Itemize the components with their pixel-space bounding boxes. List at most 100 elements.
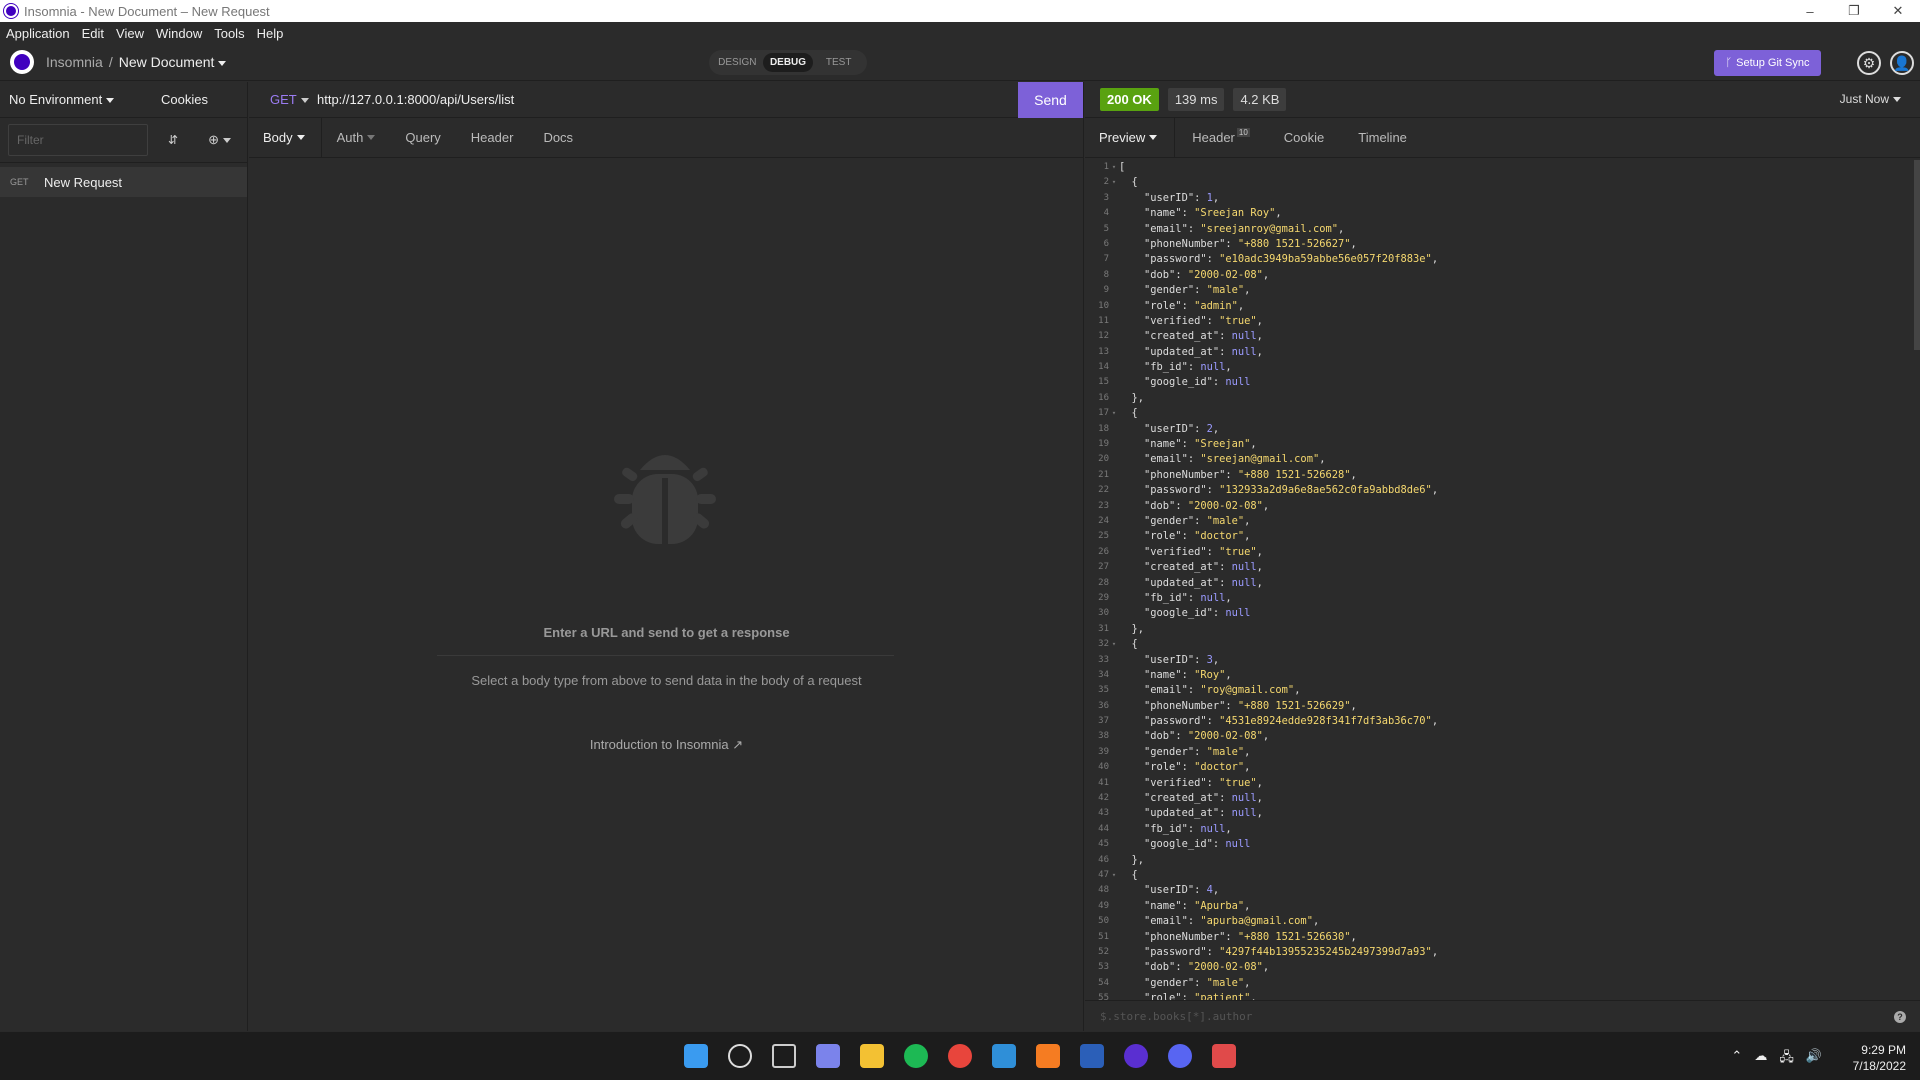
response-scrollbar[interactable] — [1914, 160, 1920, 350]
fold-toggle-icon — [1109, 914, 1119, 929]
onedrive-icon[interactable]: ☁ — [1754, 1048, 1767, 1070]
snipping-tool-icon[interactable] — [1212, 1044, 1236, 1068]
tab-response-header[interactable]: Header 10 — [1175, 118, 1267, 158]
tab-query[interactable]: Query — [390, 118, 455, 158]
response-history-dropdown[interactable]: Just Now — [1840, 92, 1901, 106]
tab-header[interactable]: Header — [456, 118, 529, 158]
chevron-down-icon — [222, 138, 231, 144]
sidebar-filter-input[interactable]: Filter — [8, 124, 148, 156]
fold-toggle-icon[interactable]: ▾ — [1109, 637, 1119, 652]
fold-toggle-icon — [1109, 222, 1119, 237]
response-body-viewer[interactable]: 1 ▾[2 ▾ {3 "userID": 1, 4 "name": "Sreejan … — [1085, 160, 1915, 1000]
breadcrumb-app[interactable]: Insomnia — [46, 54, 103, 70]
clock-date: 7/18/2022 — [1852, 1059, 1906, 1073]
fold-toggle-icon — [1109, 837, 1119, 852]
code-text: "role": "patient", — [1144, 992, 1257, 1000]
spotify-icon[interactable] — [904, 1044, 928, 1068]
code-line: 50 "email": "apurba@gmail.com", — [1085, 914, 1915, 929]
code-text: "dob": "2000-02-08", — [1144, 499, 1270, 512]
fold-toggle-icon[interactable]: ▾ — [1109, 868, 1119, 883]
fold-toggle-icon — [1109, 699, 1119, 714]
start-icon[interactable] — [684, 1044, 708, 1068]
code-text: "google_id": null — [1144, 607, 1251, 620]
mode-debug[interactable]: DEBUG — [762, 53, 814, 72]
chrome-icon[interactable] — [948, 1044, 972, 1068]
network-icon[interactable]: 🖧 — [1779, 1048, 1794, 1070]
send-button[interactable]: Send — [1018, 82, 1083, 118]
menu-edit[interactable]: Edit — [76, 26, 110, 41]
code-line: 54 "gender": "male", — [1085, 976, 1915, 991]
tab-auth[interactable]: Auth — [322, 118, 391, 158]
search-icon[interactable] — [728, 1044, 752, 1068]
menu-tools[interactable]: Tools — [208, 26, 250, 41]
line-number: 39 — [1098, 746, 1109, 757]
bug-icon — [614, 455, 716, 544]
breadcrumb-separator: / — [108, 54, 113, 70]
fold-toggle-icon[interactable]: ▾ — [1109, 160, 1119, 175]
word-icon[interactable] — [1080, 1044, 1104, 1068]
menu-help[interactable]: Help — [251, 26, 290, 41]
code-line: 6 "phoneNumber": "+880 1521-526627", — [1085, 237, 1915, 252]
vscode-icon[interactable] — [992, 1044, 1016, 1068]
request-pane: GET http://127.0.0.1:8000/api/Users/list… — [249, 82, 1084, 1031]
fold-toggle-icon — [1109, 714, 1119, 729]
cookies-button[interactable]: Cookies — [161, 92, 208, 107]
clock-time: 9:29 PM — [1861, 1043, 1906, 1057]
code-text: "role": "doctor", — [1144, 530, 1251, 543]
volume-icon[interactable]: 🔊 — [1806, 1048, 1822, 1070]
chevron-up-icon[interactable]: ⌃ — [1731, 1048, 1742, 1070]
sidebar-request-item[interactable]: GET New Request — [0, 167, 247, 197]
code-text: { — [1119, 176, 1138, 189]
document-dropdown[interactable]: New Document — [119, 54, 227, 70]
environment-dropdown[interactable]: No Environment — [9, 92, 161, 107]
fold-toggle-icon[interactable]: ▾ — [1109, 175, 1119, 190]
code-text: "password": "4531e8924edde928f341f7df3ab… — [1144, 715, 1439, 728]
mode-design[interactable]: DESIGN — [712, 53, 763, 72]
add-request-dropdown[interactable]: ⊕ — [208, 132, 231, 148]
line-number: 51 — [1098, 931, 1109, 942]
code-text: "updated_at": null, — [1144, 576, 1263, 589]
insomnia-logo-icon[interactable] — [10, 50, 34, 74]
code-line: 43 "updated_at": null, — [1085, 806, 1915, 821]
clock[interactable]: 9:29 PM 7/18/2022 — [1853, 1042, 1906, 1074]
response-filter-input[interactable]: $.store.books[*].author — [1085, 1000, 1920, 1031]
line-number: 30 — [1098, 608, 1109, 619]
settings-gear-icon[interactable]: ⚙ — [1857, 51, 1881, 75]
code-line: 53 "dob": "2000-02-08", — [1085, 960, 1915, 975]
sort-icon[interactable]: ⇵ — [168, 133, 178, 147]
restore-button[interactable]: ❐ — [1832, 0, 1876, 22]
method-dropdown[interactable]: GET — [270, 92, 317, 107]
code-line: 10 "role": "admin", — [1085, 299, 1915, 314]
tab-cookie[interactable]: Cookie — [1267, 118, 1341, 158]
tab-docs[interactable]: Docs — [528, 118, 588, 158]
minimize-button[interactable]: – — [1788, 0, 1832, 22]
fold-toggle-icon — [1109, 622, 1119, 637]
setup-git-sync-button[interactable]: ᚴ Setup Git Sync — [1714, 50, 1821, 76]
account-icon[interactable]: 👤 — [1890, 51, 1914, 75]
insomnia-icon[interactable] — [1124, 1044, 1148, 1068]
task-view-icon[interactable] — [772, 1044, 796, 1068]
fold-toggle-icon[interactable]: ▾ — [1109, 406, 1119, 421]
chevron-down-icon — [300, 98, 309, 104]
tab-preview[interactable]: Preview — [1085, 117, 1176, 158]
tab-body[interactable]: Body — [249, 117, 322, 158]
help-icon[interactable]: ? — [1894, 1011, 1906, 1023]
file-explorer-icon[interactable] — [860, 1044, 884, 1068]
fold-toggle-icon — [1109, 729, 1119, 744]
fold-toggle-icon — [1109, 883, 1119, 898]
teams-chat-icon[interactable] — [816, 1044, 840, 1068]
tab-timeline[interactable]: Timeline — [1341, 118, 1424, 158]
introduction-link[interactable]: Introduction to Insomnia ↗ — [249, 737, 1084, 753]
url-input[interactable]: http://127.0.0.1:8000/api/Users/list — [317, 92, 514, 107]
close-button[interactable]: ✕ — [1876, 0, 1920, 22]
method-label: GET — [270, 92, 297, 107]
menu-application[interactable]: Application — [0, 26, 76, 41]
menu-window[interactable]: Window — [150, 26, 208, 41]
mode-test[interactable]: TEST — [813, 53, 864, 72]
xampp-icon[interactable] — [1036, 1044, 1060, 1068]
discord-icon[interactable] — [1168, 1044, 1192, 1068]
menu-view[interactable]: View — [110, 26, 150, 41]
line-number: 33 — [1098, 654, 1109, 665]
fold-toggle-icon — [1109, 499, 1119, 514]
line-number: 54 — [1098, 977, 1109, 988]
